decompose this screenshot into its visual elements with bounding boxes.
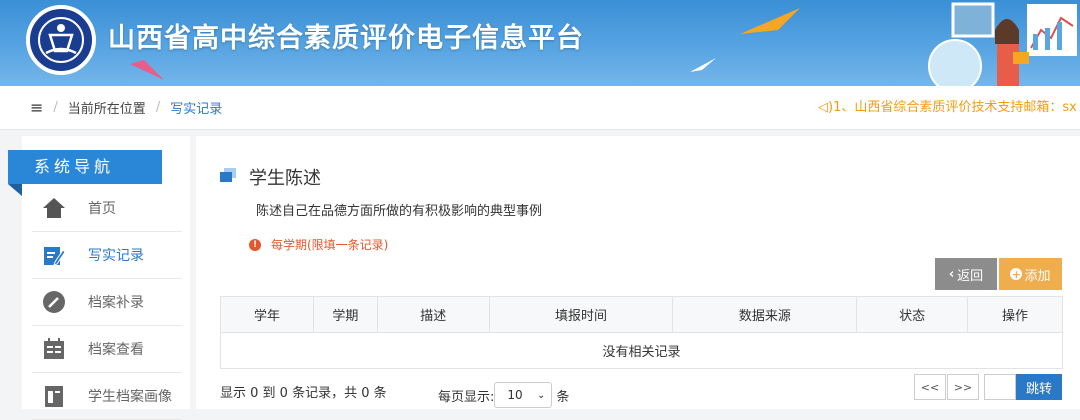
page-size-value: 10 xyxy=(507,388,523,402)
page-size-unit: 条 xyxy=(556,389,570,405)
chevron-left-icon: ‹ xyxy=(948,266,955,282)
header-banner: 山西省高中综合素质评价电子信息平台 xyxy=(0,0,1080,86)
warning-message: ! 每学期(限填一条记录) xyxy=(249,236,388,253)
speaker-icon: ◁) xyxy=(818,100,834,115)
sidebar-title-fold xyxy=(8,184,22,196)
calendar-icon xyxy=(42,337,66,361)
go-page-button[interactable]: 跳转 xyxy=(1016,374,1062,400)
next-page-button[interactable]: >> xyxy=(947,374,979,400)
sidebar-item-supplement[interactable]: 档案补录 xyxy=(32,279,182,326)
records-table: 学年 学期 描述 填报时间 数据来源 状态 操作 没有相关记录 xyxy=(220,296,1063,369)
add-button[interactable]: + 添加 xyxy=(999,258,1062,290)
paper-plane-decoration xyxy=(130,60,164,80)
home-icon xyxy=(42,196,66,220)
section-title: 学生陈述 xyxy=(249,168,321,189)
sidebar-item-label: 档案补录 xyxy=(88,295,144,311)
page-size-label: 每页显示: xyxy=(438,389,495,405)
notice-text: 1、山西省综合素质评价技术支持邮箱：sx xyxy=(833,100,1077,115)
notice-marquee: ◁)1、山西省综合素质评价技术支持邮箱：sx xyxy=(818,86,1080,130)
sidebar-item-home[interactable]: 首页 xyxy=(32,185,182,232)
page-number-input[interactable] xyxy=(984,374,1016,400)
column-header[interactable]: 学年 xyxy=(220,296,314,333)
add-button-label: 添加 xyxy=(1024,268,1051,284)
empty-table-message: 没有相关记录 xyxy=(220,332,1063,369)
chevron-down-icon: ⌄ xyxy=(537,389,546,401)
column-header[interactable]: 状态 xyxy=(856,296,969,333)
breadcrumb: ≡ / 当前所在位置 / 写实记录 ◁)1、山西省综合素质评价技术支持邮箱：sx xyxy=(0,86,1080,130)
section-description: 陈述自己在品德方面所做的有积极影响的典型事例 xyxy=(256,204,543,219)
paper-plane-decoration xyxy=(690,58,716,72)
column-header[interactable]: 操作 xyxy=(967,296,1063,333)
table-header-row: 学年 学期 描述 填报时间 数据来源 状态 操作 xyxy=(220,296,1063,333)
warning-text: 每学期(限填一条记录) xyxy=(271,238,389,252)
column-header[interactable]: 学期 xyxy=(312,296,378,333)
pencil-icon xyxy=(42,290,66,314)
paper-plane-decoration xyxy=(740,8,800,34)
column-header[interactable]: 填报时间 xyxy=(488,296,674,333)
section-icon xyxy=(220,168,236,182)
page-size-select[interactable]: 10 ⌄ xyxy=(494,382,553,408)
sidebar-item-records[interactable]: 写实记录 xyxy=(32,232,182,279)
sidebar-item-label: 档案查看 xyxy=(88,342,144,358)
back-button-label: 返回 xyxy=(957,268,984,284)
sidebar-item-archive-view[interactable]: 档案查看 xyxy=(32,326,182,373)
breadcrumb-separator: / xyxy=(155,100,161,115)
edit-icon xyxy=(42,243,66,267)
back-button[interactable]: ‹ 返回 xyxy=(935,258,997,290)
breadcrumb-location-label: 当前所在位置 xyxy=(67,102,146,117)
sidebar-item-label: 写实记录 xyxy=(88,248,144,264)
school-logo-icon xyxy=(26,5,96,75)
plus-circle-icon: + xyxy=(1010,267,1023,281)
sidebar-item-portrait[interactable]: 学生档案画像 xyxy=(32,373,182,420)
breadcrumb-separator: / xyxy=(53,100,58,115)
site-title: 山西省高中综合素质评价电子信息平台 xyxy=(108,23,584,54)
exclamation-icon: ! xyxy=(249,238,261,251)
table-row: 没有相关记录 xyxy=(220,332,1063,369)
main-panel: 学生陈述 陈述自己在品德方面所做的有积极影响的典型事例 ! 每学期(限填一条记录… xyxy=(196,136,1080,409)
page-size-control: 每页显示: 10 ⌄ 条 xyxy=(438,382,569,408)
pagination-info: 显示 0 到 0 条记录，共 0 条 xyxy=(220,386,387,401)
sidebar-item-label: 首页 xyxy=(88,201,116,217)
column-header[interactable]: 数据来源 xyxy=(672,296,858,333)
sidebar: 系统导航 首页 写实记录 档案补录 档案查看 学生档案画像 xyxy=(8,136,190,420)
column-header[interactable]: 描述 xyxy=(376,296,490,333)
prev-page-button[interactable]: << xyxy=(914,374,946,400)
document-icon xyxy=(42,384,66,408)
sidebar-item-label: 学生档案画像 xyxy=(88,389,172,405)
menu-toggle-icon[interactable]: ≡ xyxy=(30,98,43,117)
hero-illustration xyxy=(915,0,1080,86)
breadcrumb-current[interactable]: 写实记录 xyxy=(170,98,222,117)
sidebar-title: 系统导航 xyxy=(8,150,162,184)
